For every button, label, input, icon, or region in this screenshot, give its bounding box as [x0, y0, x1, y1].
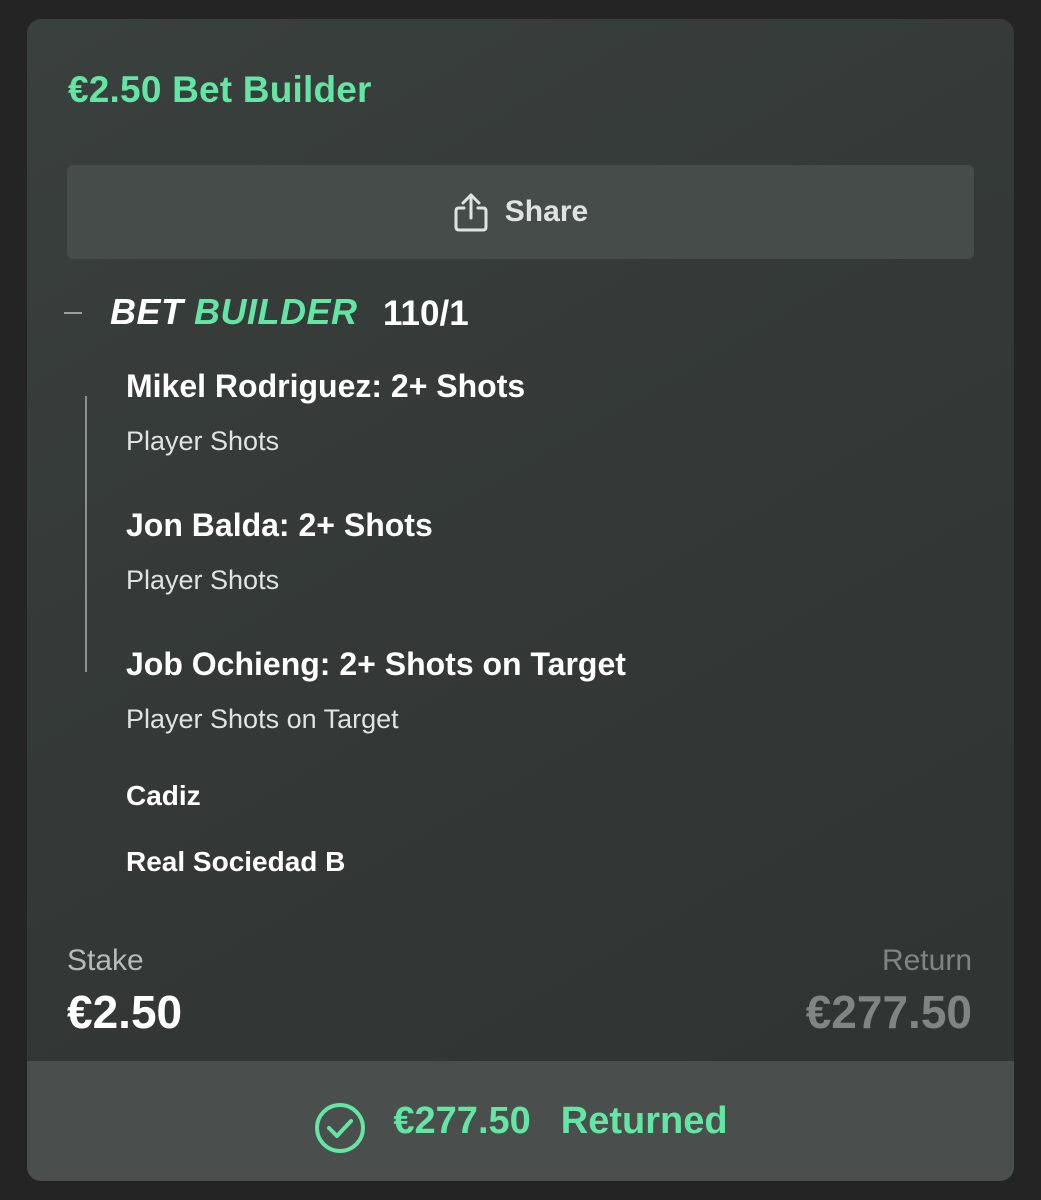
returned-status-bar: €277.50 Returned: [27, 1061, 1014, 1181]
return-value: €277.50: [805, 986, 972, 1038]
returned-amount: €277.50: [393, 1099, 531, 1142]
stake-value: €2.50: [67, 986, 183, 1038]
bet-title: €2.50 Bet Builder: [68, 69, 372, 110]
team-home: Cadiz: [126, 780, 201, 811]
selection-market: Player Shots on Target: [126, 704, 399, 734]
check-circle-icon: [313, 1101, 367, 1155]
team-away: Real Sociedad B: [126, 846, 346, 877]
collapse-toggle[interactable]: [64, 312, 82, 314]
bet-odds: 110/1: [383, 294, 469, 333]
return-label: Return: [881, 944, 972, 977]
share-icon: [453, 192, 489, 232]
bet-card: €2.50 Bet Builder Share BET BUILDER 110/…: [27, 19, 1014, 1181]
returned-label: Returned: [560, 1099, 728, 1142]
selection-title: Jon Balda: 2+ Shots: [126, 507, 433, 543]
share-label: Share: [504, 195, 589, 228]
selection-market: Player Shots: [126, 426, 280, 456]
share-button[interactable]: Share: [67, 165, 974, 259]
selection-market: Player Shots: [126, 565, 280, 595]
selection-title: Mikel Rodriguez: 2+ Shots: [126, 368, 526, 404]
stake-label: Stake: [67, 944, 144, 977]
selections-connector-line: [85, 396, 87, 672]
bet-builder-logo: BET BUILDER: [110, 291, 358, 333]
logo-part-builder: BUILDER: [194, 291, 358, 332]
logo-part-bet: BET: [110, 291, 184, 332]
selection-title: Job Ochieng: 2+ Shots on Target: [126, 646, 626, 682]
